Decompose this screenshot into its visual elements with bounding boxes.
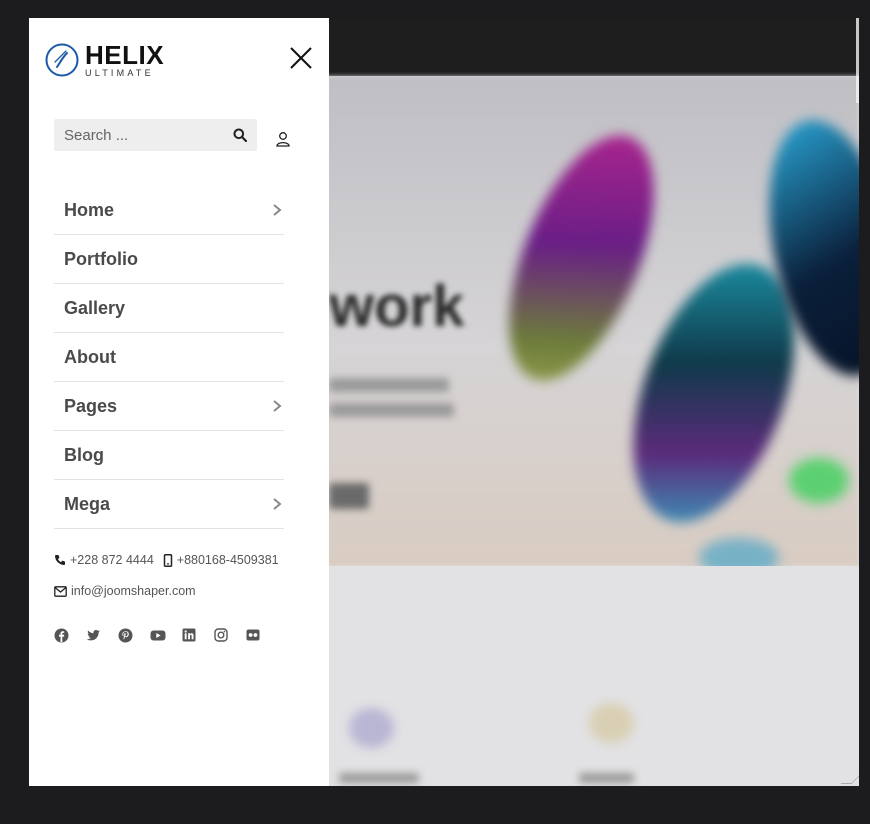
menu-item-label: Gallery [64, 297, 126, 318]
mobile-icon [163, 553, 173, 567]
instagram-icon[interactable] [214, 628, 229, 643]
contact-email[interactable]: info@joomshaper.com [71, 584, 196, 598]
twitter-icon[interactable] [86, 628, 101, 643]
linkedin-icon[interactable] [182, 628, 197, 643]
feature-icon [589, 703, 634, 743]
scrollbar[interactable] [856, 18, 859, 103]
menu-item-portfolio[interactable]: Portfolio [54, 235, 284, 284]
contact-email-row: info@joomshaper.com [54, 584, 196, 598]
contact-phone[interactable]: +228 872 4444 [70, 553, 154, 567]
chevron-right-icon[interactable] [272, 203, 282, 217]
menu-item-label: Home [64, 199, 115, 220]
menu-item-label: About [64, 346, 116, 367]
close-icon[interactable] [287, 44, 315, 72]
pinterest-icon[interactable] [118, 628, 133, 643]
contact-mobile[interactable]: +880168-4509381 [177, 553, 279, 567]
menu-item-label: Mega [64, 493, 111, 514]
logo-tagline: ULTIMATE [85, 68, 154, 78]
feature-icon [349, 708, 394, 748]
menu-item-label: Blog [64, 444, 104, 465]
menu-item-label: Portfolio [64, 248, 138, 269]
feature-title [579, 773, 634, 783]
menu-item-gallery[interactable]: Gallery [54, 284, 284, 333]
chevron-right-icon[interactable] [272, 399, 282, 413]
hero-text-line [329, 403, 454, 417]
menu-item-about[interactable]: About [54, 333, 284, 382]
flickr-icon[interactable] [246, 628, 261, 643]
envelope-icon [54, 585, 67, 597]
menu-item-label: Pages [64, 395, 118, 416]
facebook-icon[interactable] [54, 628, 69, 643]
menu-item-mega[interactable]: Mega [54, 480, 284, 529]
hero-button [329, 483, 369, 509]
hero-text-line [329, 378, 449, 392]
hero-decoration-green [789, 458, 849, 503]
search-input[interactable] [54, 125, 226, 145]
search-icon[interactable] [233, 128, 247, 142]
offcanvas-menu: HELIX ULTIMATE Home Portfolio [29, 18, 329, 786]
user-icon[interactable] [275, 131, 291, 147]
browser-viewport: work HELIX ULTIMATE Search ... Home Port… [29, 18, 859, 786]
hero-heading: work [329, 274, 465, 339]
contact-phones: +228 872 4444 +880168-4509381 [54, 553, 279, 567]
logo-name: HELIX [85, 40, 165, 70]
search-box [54, 119, 257, 151]
logo-mark-icon [45, 43, 79, 77]
menu-item-pages[interactable]: Pages [54, 382, 284, 431]
phone-icon [55, 555, 65, 565]
social-links [54, 628, 278, 643]
site-logo[interactable]: HELIX ULTIMATE [45, 42, 164, 78]
chevron-right-icon[interactable] [272, 497, 282, 511]
youtube-icon[interactable] [150, 628, 166, 643]
feature-title [339, 773, 419, 783]
menu-item-home[interactable]: Home [54, 186, 284, 235]
menu-item-blog[interactable]: Blog [54, 431, 284, 480]
main-menu: Home Portfolio Gallery About Pages Blog … [54, 186, 284, 529]
